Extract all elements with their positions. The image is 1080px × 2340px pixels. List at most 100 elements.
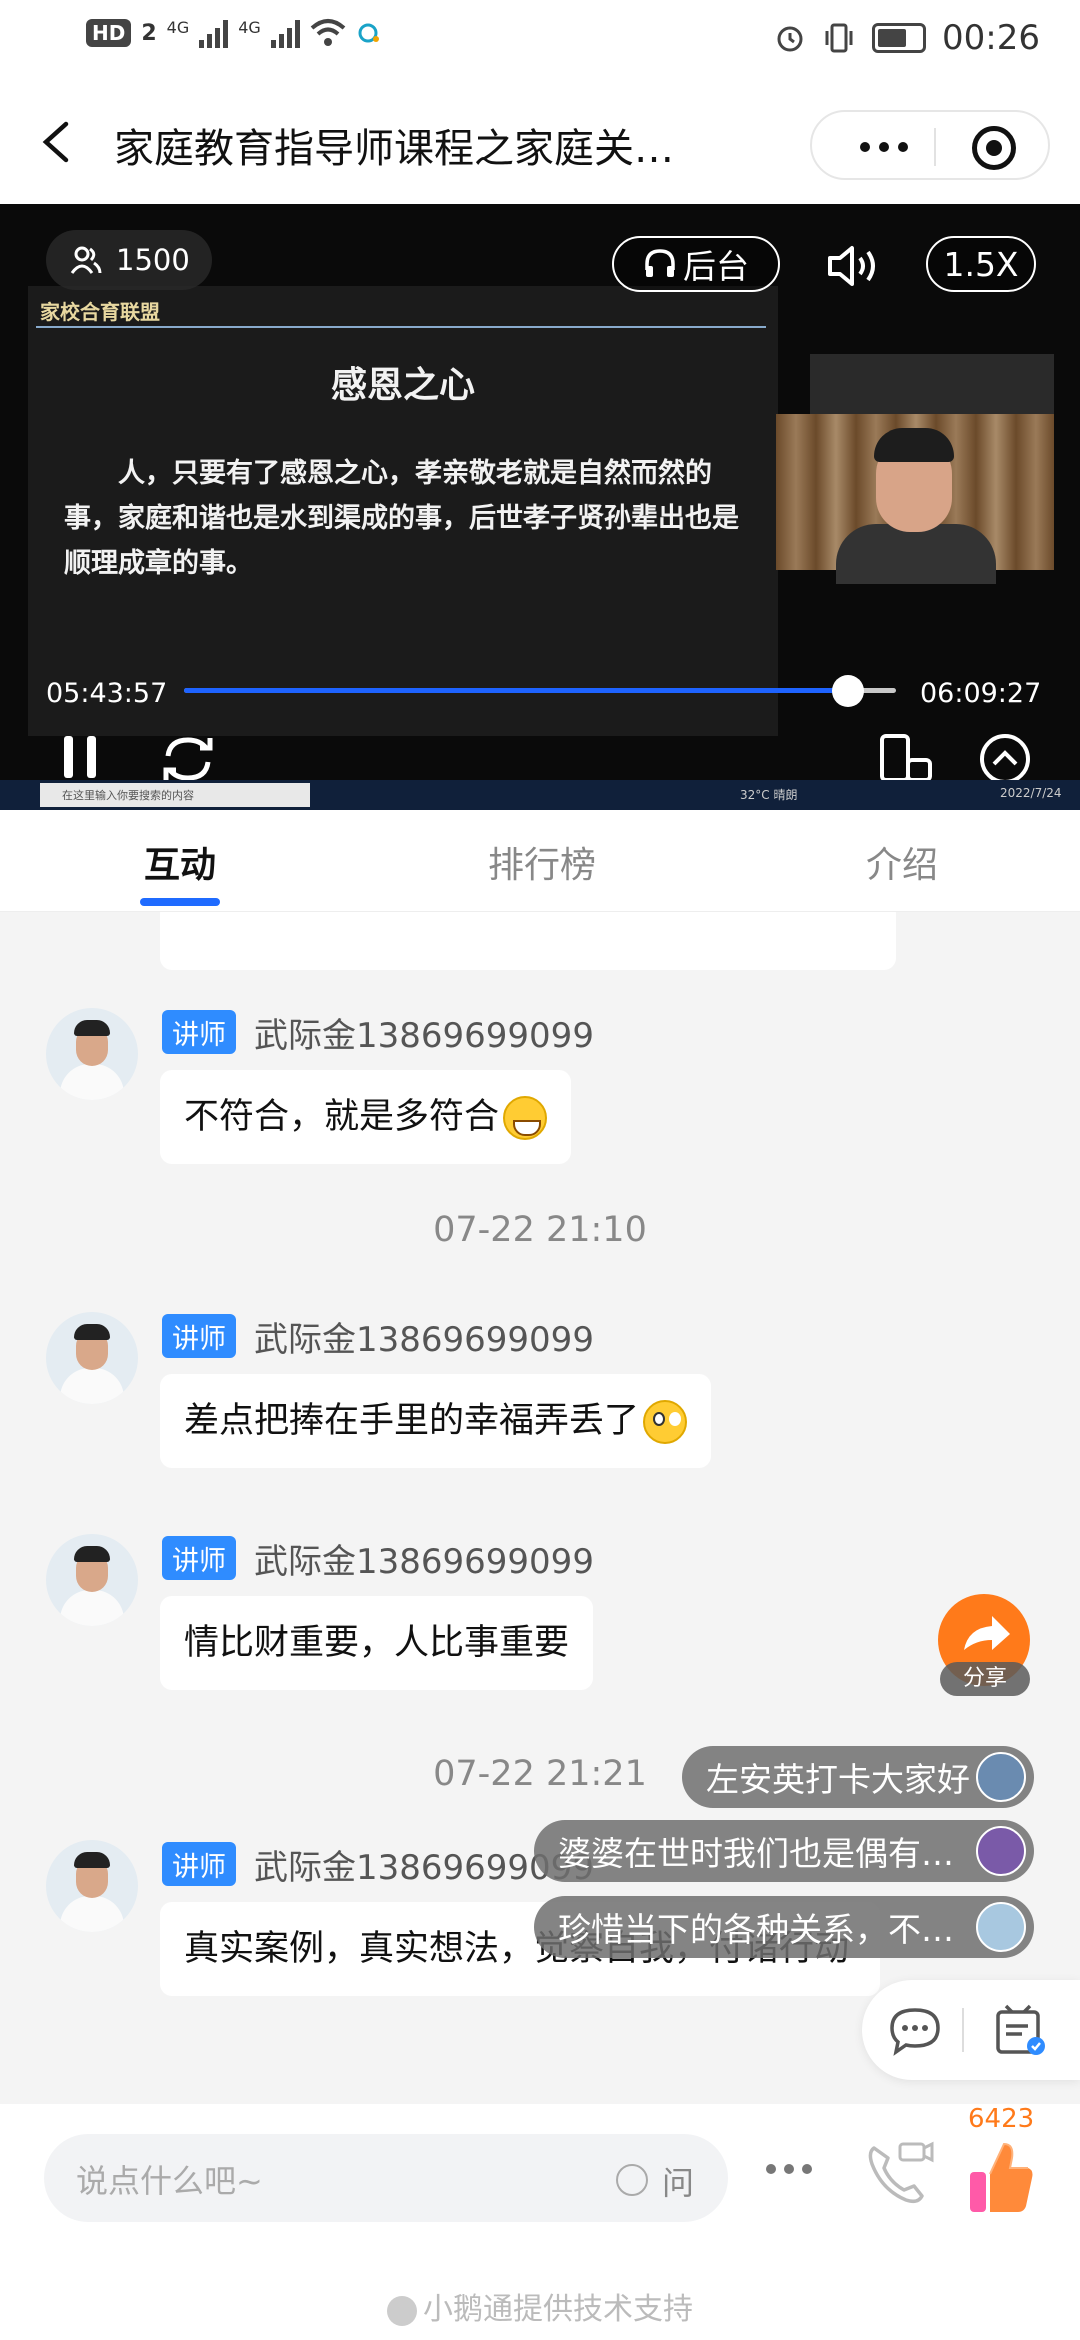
alarm-icon bbox=[777, 26, 803, 52]
signal-icon-2 bbox=[270, 18, 300, 48]
tab-leaderboard[interactable]: 排行榜 bbox=[442, 836, 642, 888]
flushed-emoji-icon bbox=[643, 1400, 688, 1444]
page-title: 家庭教育指导师课程之家庭关… bbox=[114, 126, 674, 172]
taskbar-search: 在这里输入你要搜索的内容 bbox=[40, 783, 310, 807]
battery-icon bbox=[872, 23, 927, 53]
xiaoetong-logo-icon bbox=[387, 2295, 417, 2326]
viewer-count-value: 1500 bbox=[116, 243, 190, 277]
avatar[interactable] bbox=[46, 1534, 138, 1626]
collapse-icon[interactable] bbox=[978, 732, 1032, 786]
lecture-slide: 家校合育联盟 感恩之心 人，只要有了感恩之心，孝亲敬老就是自然而然的事，家庭和谐… bbox=[28, 286, 778, 736]
comment-placeholder: 说点什么吧~ bbox=[76, 2162, 263, 2200]
message-bubble-partial bbox=[160, 912, 896, 970]
message-text: 差点把捧在手里的幸福弄丢了 bbox=[184, 1401, 640, 1441]
avatar[interactable] bbox=[46, 1008, 138, 1100]
capsule-divider bbox=[934, 128, 936, 166]
comment-input[interactable]: 说点什么吧~ 问 bbox=[44, 2134, 728, 2222]
message-text: 不符合，就是多符合 bbox=[184, 1097, 500, 1137]
pause-icon[interactable] bbox=[60, 734, 100, 780]
volume-icon[interactable] bbox=[826, 244, 882, 288]
username: 武际金13869699099 bbox=[254, 1016, 594, 1056]
danmaku-item: 珍惜当下的各种关系，不… bbox=[534, 1896, 1034, 1958]
danmaku-text: 珍惜当下的各种关系，不… bbox=[558, 1910, 954, 1949]
lecturer-badge: 讲师 bbox=[162, 1010, 236, 1054]
ask-question-label: 问 bbox=[662, 2164, 695, 2202]
like-count: 6423 bbox=[968, 2104, 1035, 2134]
slide-divider bbox=[36, 326, 766, 328]
desktop-taskbar: 在这里输入你要搜索的内容 32°C 晴朗 2022/7/24 bbox=[0, 780, 1080, 810]
avatar[interactable] bbox=[46, 1312, 138, 1404]
headphones-icon bbox=[645, 249, 675, 277]
message-bubble: 情比财重要，人比事重要 bbox=[160, 1596, 594, 1690]
share-label: 分享 bbox=[940, 1662, 1030, 1696]
background-play-button[interactable]: 后台 bbox=[612, 236, 780, 292]
lecturer-badge: 讲师 bbox=[162, 1536, 236, 1580]
grin-emoji-icon bbox=[503, 1096, 548, 1140]
cloud-icon bbox=[358, 23, 379, 43]
powered-by-text: 小鹅通提供技术支持 bbox=[423, 2292, 693, 2327]
time-separator: 07-22 21:10 bbox=[433, 1210, 647, 1250]
tab-indicator bbox=[140, 898, 220, 906]
rotate-screen-icon[interactable] bbox=[878, 734, 934, 784]
vibrate-icon bbox=[825, 23, 853, 53]
miniapp-capsule bbox=[810, 110, 1050, 180]
background-play-label: 后台 bbox=[683, 247, 749, 286]
slide-body: 人，只要有了感恩之心，孝亲敬老就是自然而然的事，家庭和谐也是水到渠成的事，后世孝… bbox=[64, 458, 739, 579]
powered-by-footer: 小鹅通提供技术支持 bbox=[0, 2284, 1080, 2328]
back-arrow-icon[interactable] bbox=[38, 120, 74, 164]
avatar bbox=[976, 1826, 1026, 1876]
signal-icon bbox=[199, 18, 229, 48]
danmaku-item: 左安英打卡大家好 bbox=[682, 1746, 1034, 1808]
refresh-icon[interactable] bbox=[160, 734, 216, 784]
like-thumb-icon[interactable] bbox=[966, 2138, 1036, 2218]
avatar[interactable] bbox=[46, 1840, 138, 1932]
floating-divider bbox=[962, 2008, 964, 2052]
clock: 00:26 bbox=[942, 18, 1040, 58]
avatar bbox=[976, 1752, 1026, 1802]
tab-interaction[interactable]: 互动 bbox=[80, 836, 280, 888]
total-time: 06:09:27 bbox=[920, 678, 1042, 709]
title-bar: 家庭教育指导师课程之家庭关… bbox=[0, 80, 1080, 204]
taskbar-date: 2022/7/24 bbox=[1000, 786, 1062, 800]
people-icon bbox=[70, 246, 102, 274]
danmaku-item: 婆婆在世时我们也是偶有… bbox=[534, 1820, 1034, 1882]
bottom-bar: 说点什么吧~ 问 6423 小鹅通提供技术支持 bbox=[0, 2104, 1080, 2340]
teacher-body bbox=[836, 524, 996, 584]
teacher-camera bbox=[776, 414, 1054, 584]
danmaku-text: 左安英打卡大家好 bbox=[706, 1760, 970, 1799]
more-options-icon[interactable] bbox=[766, 2164, 812, 2174]
cam-panel-bg bbox=[810, 354, 1054, 414]
lecturer-badge: 讲师 bbox=[162, 1842, 236, 1886]
tab-bar: 互动 排行榜 介绍 bbox=[0, 810, 1080, 912]
danmaku-text: 婆婆在世时我们也是偶有… bbox=[558, 1834, 954, 1873]
call-icon[interactable] bbox=[864, 2138, 934, 2210]
net-type-1: 4G bbox=[166, 18, 190, 37]
close-miniapp-icon[interactable] bbox=[972, 126, 1016, 170]
playback-speed-button[interactable]: 1.5X bbox=[926, 236, 1036, 292]
username: 武际金13869699099 bbox=[254, 1320, 594, 1360]
taskbar-weather: 32°C 晴朗 bbox=[740, 788, 798, 802]
progress-handle[interactable] bbox=[831, 675, 864, 707]
tab-intro[interactable]: 介绍 bbox=[802, 836, 1002, 888]
progress-bar[interactable] bbox=[184, 675, 896, 707]
chat-bubble-icon[interactable] bbox=[888, 2006, 942, 2056]
floating-actions bbox=[862, 1980, 1080, 2080]
status-bar: HD 2 4G 4G 00:26 bbox=[0, 0, 1080, 80]
net-type-2: 4G bbox=[238, 18, 261, 37]
message-bubble: 不符合，就是多符合 bbox=[160, 1070, 572, 1164]
schedule-icon[interactable] bbox=[992, 2002, 1048, 2058]
video-player[interactable]: 家校合育联盟 感恩之心 人，只要有了感恩之心，孝亲敬老就是自然而然的事，家庭和谐… bbox=[0, 204, 1080, 810]
lecturer-badge: 讲师 bbox=[162, 1314, 236, 1358]
slide-title: 感恩之心 bbox=[330, 364, 475, 406]
slide-logo: 家校合育联盟 bbox=[40, 300, 160, 324]
viewer-count: 1500 bbox=[46, 230, 212, 290]
progress-fill bbox=[184, 688, 848, 693]
ask-question-radio[interactable] bbox=[616, 2164, 648, 2196]
teacher-hair bbox=[874, 428, 954, 462]
status-right: 00:26 bbox=[774, 18, 1040, 58]
message-bubble: 差点把捧在手里的幸福弄丢了 bbox=[160, 1374, 712, 1468]
sim-slot: 2 bbox=[141, 20, 157, 46]
more-menu-icon[interactable] bbox=[844, 122, 924, 172]
username: 武际金13869699099 bbox=[254, 1542, 594, 1582]
status-left: HD 2 4G 4G bbox=[86, 18, 382, 48]
